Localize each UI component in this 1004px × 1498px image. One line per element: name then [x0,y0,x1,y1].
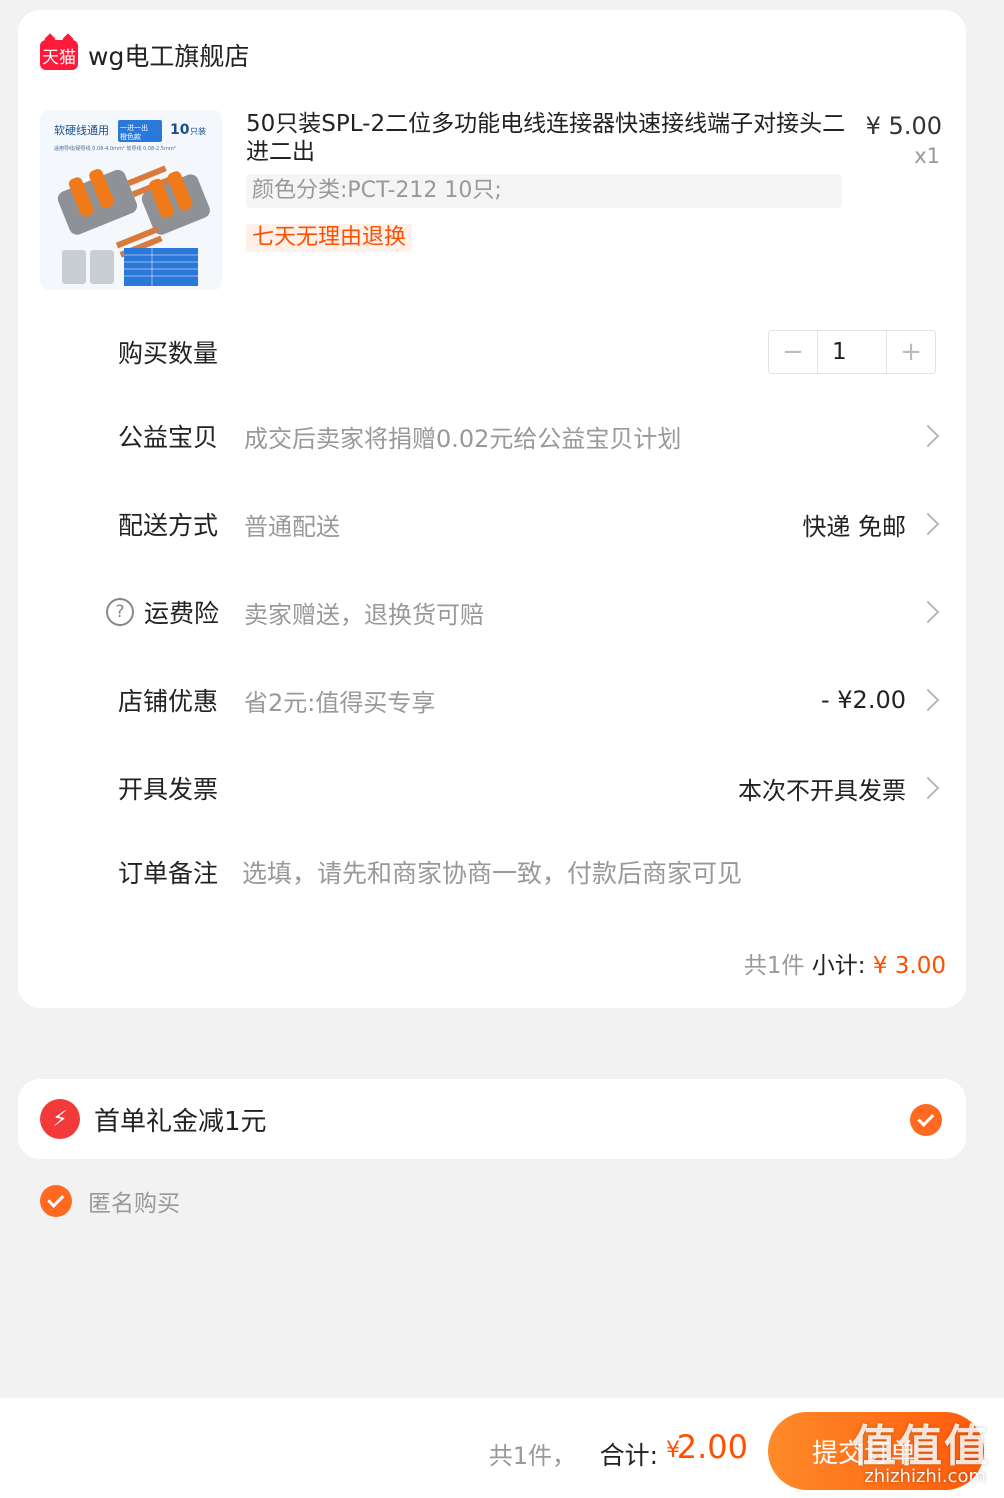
anonymous-purchase[interactable]: 匿名购买 [40,1184,180,1218]
invoice-label: 开具发票 [118,775,219,804]
svg-text:一进一出: 一进一出 [120,123,148,132]
lightning-icon: ⚡ [40,1099,80,1139]
total-count: 共1件， [488,1442,576,1470]
chevron-right-icon [916,424,940,448]
total-amount: 2.00 [676,1428,748,1466]
charity-label: 公益宝贝 [118,423,219,452]
charity-row[interactable]: 公益宝贝 成交后卖家将捐赠0.02元给公益宝贝计划 [18,416,966,456]
decrement-button[interactable]: − [769,331,817,373]
sku-selector[interactable]: 颜色分类:PCT-212 10只; [246,174,842,208]
insurance-label: 运费险 [144,599,220,628]
discount-desc: 省2元:值得买专享 [244,688,436,717]
order-card: 天猫 wg电工旗舰店 软硬线通用 一进一出 橙色款 10 只装 适用导线/硬导线… [18,10,966,1008]
gift-checkbox-icon[interactable] [910,1104,942,1136]
delivery-row[interactable]: 配送方式 普通配送 快递 免邮 [18,504,966,544]
product-image[interactable]: 软硬线通用 一进一出 橙色款 10 只装 适用导线/硬导线 0.08-4.0mm… [40,110,222,290]
bottom-bar: 共1件， 合计: ¥ 2.00 提交订单 [0,1398,1004,1498]
anonymous-label: 匿名购买 [88,1191,180,1217]
discount-row[interactable]: 店铺优惠 省2元:值得买专享 - ¥2.00 [18,680,966,720]
shop-name: wg电工旗舰店 [88,42,250,71]
subtotal-label: 小计: [811,953,866,979]
shop-header[interactable]: 天猫 wg电工旗舰店 [40,38,249,72]
chevron-right-icon [916,512,940,536]
svg-text:适用导线/硬导线 0.08-4.0mm² 软导线 0.08: 适用导线/硬导线 0.08-4.0mm² 软导线 0.08-2.5mm² [54,145,176,152]
product-title[interactable]: 50只装SPL-2二位多功能电线连接器快速接线端子对接头二进二出 [246,110,856,166]
invoice-value: 本次不开具发票 [738,776,906,805]
quantity-stepper[interactable]: − 1 + [768,330,936,374]
total-label: 合计: [599,1441,658,1470]
charity-desc: 成交后卖家将捐赠0.02元给公益宝贝计划 [244,424,682,453]
subtotal-amount: ¥ 3.00 [872,953,946,979]
invoice-row[interactable]: 开具发票 本次不开具发票 [18,768,966,808]
quantity-input[interactable]: 1 [817,331,887,373]
product-price: ¥ 5.00 [865,112,942,140]
increment-button[interactable]: + [887,331,935,373]
svg-text:10: 10 [170,122,190,138]
tmall-logo-icon: 天猫 [40,40,78,70]
quantity-label: 购买数量 [118,339,219,368]
gift-text: 首单礼金减1元 [94,1107,267,1137]
insurance-desc: 卖家赠送，退换货可赔 [244,600,484,629]
gift-card-row[interactable]: ⚡ 首单礼金减1元 [18,1079,966,1159]
insurance-row[interactable]: ? 运费险 卖家赠送，退换货可赔 [18,592,966,632]
chevron-right-icon [916,688,940,712]
subtotal: 共1件 小计: ¥ 3.00 [744,946,946,980]
discount-label: 店铺优惠 [118,687,219,716]
return-policy-tag: 七天无理由退换 [246,224,413,252]
note-input[interactable]: 选填，请先和商家协商一致，付款后商家可见 [242,854,742,890]
delivery-label: 配送方式 [118,511,219,540]
note-row: 订单备注 选填，请先和商家协商一致，付款后商家可见 [18,852,966,892]
svg-text:橙色款: 橙色款 [120,132,141,141]
chevron-right-icon [916,600,940,624]
chevron-right-icon [916,776,940,800]
svg-text:只装: 只装 [190,126,206,136]
image-text-top-left: 软硬线通用 [54,123,109,137]
delivery-desc: 普通配送 [244,512,340,541]
anonymous-checkbox-icon[interactable] [40,1185,72,1217]
note-label: 订单备注 [118,859,219,888]
submit-order-button[interactable]: 提交订单 [768,1412,984,1490]
product-quantity: x1 [914,144,940,168]
delivery-value: 快递 免邮 [802,512,906,541]
help-icon[interactable]: ? [106,598,134,626]
subtotal-count: 共1件 [743,953,805,979]
discount-value: - ¥2.00 [821,686,906,714]
